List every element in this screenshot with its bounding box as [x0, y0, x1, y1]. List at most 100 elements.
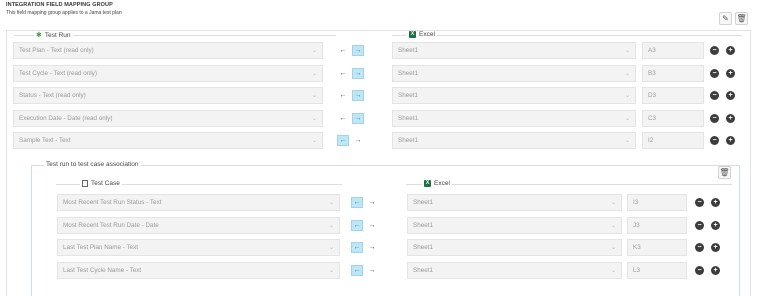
arrow-right-icon: → — [368, 266, 376, 274]
source-field-select[interactable]: Sample Text - Text ⌄ — [13, 132, 323, 149]
sheet-label: Sheet1 — [398, 137, 418, 144]
sheet-select[interactable]: Sheet1 ⌄ — [392, 42, 636, 59]
remove-row-button[interactable]: − — [710, 91, 719, 100]
direction-left-button[interactable]: ← — [337, 135, 349, 146]
direction-right-button[interactable]: → — [352, 135, 364, 146]
sheet-select[interactable]: Sheet1 ⌄ — [392, 64, 636, 82]
arrow-left-icon: ← — [339, 47, 347, 54]
source-field-label: Last Test Plan Name - Text — [63, 244, 139, 251]
left-section-label: Test Run — [44, 31, 71, 39]
chevron-down-icon: ⌄ — [624, 93, 630, 99]
source-field-select[interactable]: Execution Date - Date (read only) ⌄ — [13, 109, 323, 127]
group-description: This field mapping group applies to a Ja… — [6, 10, 122, 16]
cell-value: I3 — [633, 199, 639, 206]
add-row-button[interactable]: + — [711, 220, 720, 230]
direction-left-button[interactable]: ← — [351, 219, 363, 231]
chevron-down-icon: ⌄ — [610, 222, 616, 229]
remove-row-button[interactable]: − — [710, 113, 719, 123]
plus-icon: + — [728, 92, 733, 99]
arrow-left-icon: ← — [353, 221, 361, 229]
source-field-select[interactable]: Test Cycle - Text (read only) ⌄ — [13, 64, 323, 82]
add-row-button[interactable]: + — [726, 68, 735, 78]
chevron-down-icon: ⌄ — [311, 115, 317, 122]
add-row-button[interactable]: + — [711, 265, 720, 275]
direction-right-button[interactable]: → — [352, 90, 364, 101]
sheet-select[interactable]: Sheet1 ⌄ — [407, 194, 622, 211]
remove-row-button[interactable]: − — [695, 243, 704, 252]
minus-icon: − — [697, 199, 702, 206]
sheet-select[interactable]: Sheet1 ⌄ — [407, 239, 622, 256]
cell-value: B3 — [648, 69, 656, 77]
cell-value: J3 — [633, 221, 640, 229]
cell-input[interactable]: A3 — [642, 42, 704, 59]
arrow-right-icon: → — [368, 221, 376, 229]
minus-icon: − — [712, 47, 717, 54]
cell-input[interactable]: D3 — [642, 87, 704, 104]
add-row-button[interactable]: + — [711, 198, 720, 207]
sheet-select[interactable]: Sheet1 ⌄ — [392, 87, 636, 104]
source-field-select[interactable]: Last Test Cycle Name - Text ⌄ — [57, 261, 340, 279]
direction-left-button[interactable]: ← — [337, 113, 349, 124]
cell-input[interactable]: L3 — [627, 261, 687, 279]
source-field-select[interactable]: Test Plan - Text (read only) ⌄ — [13, 42, 323, 59]
source-field-select[interactable]: Status - Text (read only) ⌄ — [13, 87, 323, 104]
source-field-select[interactable]: Last Test Plan Name - Text ⌄ — [57, 239, 340, 256]
add-row-button[interactable]: + — [726, 91, 735, 100]
add-row-button[interactable]: + — [726, 136, 735, 145]
direction-right-button[interactable]: → — [366, 242, 378, 253]
add-row-button[interactable]: + — [711, 243, 720, 252]
edit-button[interactable]: ✎ — [719, 12, 732, 25]
arrow-left-icon: ← — [353, 244, 361, 251]
remove-row-button[interactable]: − — [695, 220, 704, 230]
remove-row-button[interactable]: − — [710, 136, 719, 145]
direction-left-button[interactable]: ← — [337, 45, 349, 56]
direction-right-button[interactable]: → — [352, 45, 364, 56]
cell-value: I2 — [648, 137, 654, 144]
cell-input[interactable]: B3 — [642, 64, 704, 82]
direction-left-button[interactable]: ← — [351, 242, 363, 253]
remove-row-button[interactable]: − — [695, 198, 704, 207]
right-section-label: Excel — [419, 31, 435, 38]
association-header: Test run to test case association — [44, 161, 141, 168]
direction-left-button[interactable]: ← — [337, 90, 349, 101]
plus-icon: + — [713, 221, 718, 229]
delete-button[interactable]: 🗑 — [735, 12, 748, 25]
direction-left-button[interactable]: ← — [337, 68, 349, 79]
source-field-label: Test Plan - Text (read only) — [19, 47, 94, 54]
source-field-select[interactable]: Most Recent Test Run Status - Text ⌄ — [57, 194, 340, 211]
direction-right-button[interactable]: → — [352, 112, 364, 124]
source-field-label: Last Test Cycle Name - Text — [63, 266, 142, 274]
right-section-divider — [392, 35, 742, 36]
source-field-label: Most Recent Test Run Status - Text — [63, 199, 162, 206]
association-excel-header: X Excel — [422, 180, 452, 187]
direction-right-button[interactable]: → — [366, 265, 378, 276]
sheet-select[interactable]: Sheet1 ⌄ — [407, 216, 622, 234]
remove-row-button[interactable]: − — [695, 265, 704, 275]
sheet-label: Sheet1 — [398, 92, 418, 99]
direction-right-button[interactable]: → — [352, 67, 364, 79]
minus-icon: − — [697, 244, 702, 251]
sheet-select[interactable]: Sheet1 ⌄ — [392, 109, 636, 127]
cell-input[interactable]: K3 — [627, 239, 687, 256]
source-field-select[interactable]: Most Recent Test Run Date - Date ⌄ — [57, 216, 340, 234]
arrow-right-icon: → — [354, 92, 362, 99]
trash-icon: 🗑 — [736, 14, 747, 23]
right-section-header: X Excel — [407, 31, 437, 38]
direction-right-button[interactable]: → — [366, 197, 378, 208]
direction-left-button[interactable]: ← — [351, 264, 363, 276]
direction-right-button[interactable]: → — [366, 220, 378, 231]
cell-input[interactable]: I3 — [627, 194, 687, 211]
sheet-select[interactable]: Sheet1 ⌄ — [392, 132, 636, 149]
direction-left-button[interactable]: ← — [351, 197, 363, 208]
association-delete-button[interactable]: 🗑 — [718, 166, 731, 179]
association-divider — [40, 165, 740, 166]
sheet-select[interactable]: Sheet1 ⌄ — [407, 261, 622, 279]
remove-row-button[interactable]: − — [710, 46, 719, 55]
add-row-button[interactable]: + — [726, 113, 735, 123]
cell-input[interactable]: C3 — [642, 109, 704, 127]
cell-input[interactable]: J3 — [627, 216, 687, 234]
cell-input[interactable]: I2 — [642, 132, 704, 149]
add-row-button[interactable]: + — [726, 46, 735, 55]
remove-row-button[interactable]: − — [710, 68, 719, 78]
chevron-down-icon: ⌄ — [311, 48, 317, 54]
